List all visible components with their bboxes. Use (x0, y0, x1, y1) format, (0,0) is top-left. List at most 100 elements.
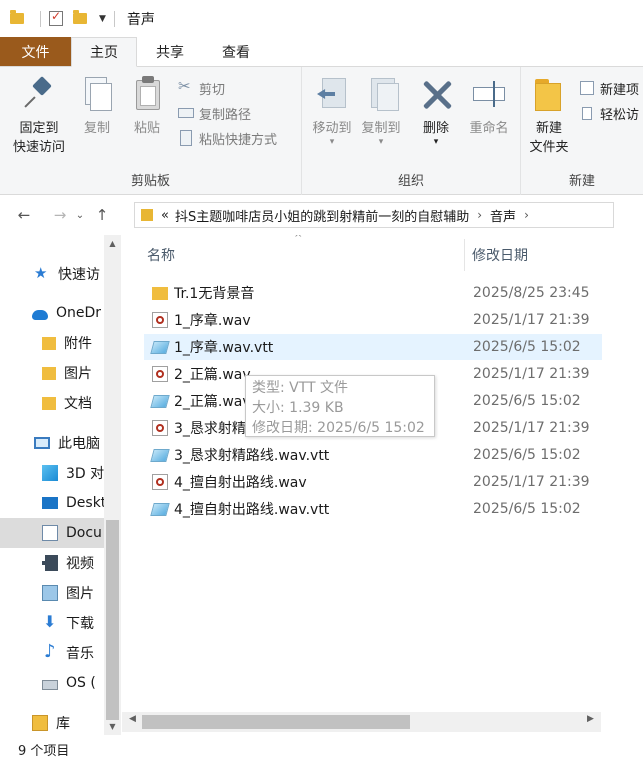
ribbon: 固定到 快速访问 复制 粘贴 剪切 复制路径 粘贴快捷方式 剪贴板 移动到 (0, 67, 643, 195)
customize-toolbar-icon[interactable]: ▼ (99, 14, 106, 24)
file-name: Tr.1无背景音 (174, 286, 255, 302)
breadcrumb-segment[interactable]: 抖S主题咖啡店员小姐的跳到射精前一刻的自慰辅助 (175, 206, 469, 225)
scroll-left-icon[interactable]: ◀ (124, 714, 141, 724)
pin-to-quick-access-button[interactable]: 固定到 快速访问 (8, 75, 70, 157)
nav-item-videos[interactable]: 视频 (0, 548, 104, 578)
nav-item-label: OneDr (56, 305, 102, 321)
nav-item-label: 视频 (66, 556, 94, 572)
move-to-button[interactable]: 移动到 ▾ (305, 75, 359, 147)
copy-to-label: 复制到 (361, 121, 401, 136)
audio-file-icon (152, 420, 168, 436)
rename-button[interactable]: 重命名 (462, 75, 516, 138)
nav-item-downloads[interactable]: 下载 (0, 608, 104, 638)
window-title: 音声 (126, 11, 155, 28)
file-date: 2025/1/17 21:39 (473, 312, 590, 328)
documents-icon (42, 525, 58, 541)
folder-icon (42, 366, 56, 380)
horizontal-scrollbar-thumb[interactable] (142, 715, 410, 729)
paste-shortcut-button[interactable]: 粘贴快捷方式 (178, 127, 277, 149)
easy-access-button[interactable]: 轻松访 (579, 102, 639, 124)
nav-item-3d-objects[interactable]: 3D 对 (0, 458, 104, 488)
nav-item-label: 下载 (66, 616, 94, 632)
file-row[interactable]: Tr.1无背景音 2025/8/25 23:45 (144, 280, 602, 306)
recent-locations-chevron-icon[interactable]: ⌄ (72, 210, 88, 221)
nav-item-label: 音乐 (66, 646, 94, 662)
scroll-right-icon[interactable]: ▶ (582, 714, 599, 724)
up-arrow-icon[interactable]: ↑ (90, 206, 114, 224)
file-row[interactable]: 1_序章.wav 2025/1/17 21:39 (144, 307, 602, 333)
file-row[interactable]: 4_擅自射出路线.wav 2025/1/17 21:39 (144, 469, 602, 495)
new-folder-button[interactable]: 新建 文件夹 (525, 75, 573, 157)
file-name: 4_擅自射出路线.wav (174, 475, 307, 491)
nav-item-pictures-pc[interactable]: 图片 (0, 578, 104, 608)
breadcrumb-segment[interactable]: 音声 (490, 206, 516, 225)
download-icon (42, 612, 58, 631)
organize-group: 移动到 ▾ 复制到 ▾ 删除 ▾ 重命名 组织 (302, 67, 521, 195)
new-group: 新建 文件夹 新建项 轻松访 新建 (521, 67, 643, 195)
copy-to-button[interactable]: 复制到 ▾ (354, 75, 408, 147)
nav-item-onedrive[interactable]: OneDr (0, 298, 104, 328)
nav-item-documents[interactable]: 文档 (0, 388, 104, 418)
breadcrumb-chevron-icon[interactable]: › (477, 208, 482, 222)
nav-item-this-pc[interactable]: 此电脑 (0, 428, 104, 458)
back-arrow-icon[interactable]: ← (12, 206, 36, 224)
file-name: 3_恳求射精路线.wav.vtt (174, 448, 330, 464)
cube-icon (42, 465, 58, 481)
column-divider[interactable] (464, 239, 465, 271)
nav-item-desktop[interactable]: Deskt (0, 488, 104, 518)
nav-item-quick-access[interactable]: 快速访 (0, 259, 104, 289)
address-bar[interactable]: « 抖S主题咖啡店员小姐的跳到射精前一刻的自慰辅助 › 音声 › (134, 202, 614, 228)
audio-file-icon (152, 474, 168, 490)
nav-item-libraries[interactable]: 库 (0, 708, 104, 735)
new-item-label: 新建项 (600, 82, 640, 98)
nav-item-attachments[interactable]: 附件 (0, 328, 104, 358)
nav-scrollbar-thumb[interactable] (106, 520, 119, 720)
file-date: 2025/6/5 15:02 (473, 393, 581, 409)
nav-item-os-drive[interactable]: OS ( (0, 668, 104, 698)
nav-item-label: 文档 (64, 396, 92, 412)
new-item-button[interactable]: 新建项 (579, 77, 639, 99)
scroll-up-icon[interactable]: ▲ (104, 239, 121, 248)
drive-icon (42, 679, 58, 690)
nav-item-music[interactable]: 音乐 (0, 638, 104, 668)
scroll-down-icon[interactable]: ▼ (104, 722, 121, 731)
folder-icon (10, 10, 24, 24)
column-header-date[interactable]: 修改日期 (472, 235, 528, 275)
clipboard-icon (129, 75, 165, 113)
file-date: 2025/1/17 21:39 (473, 366, 590, 382)
nav-item-documents-pc[interactable]: Docu (0, 518, 104, 548)
paste-button[interactable]: 粘贴 (126, 75, 168, 138)
easy-access-icon (579, 105, 595, 121)
file-name: 4_擅自射出路线.wav.vtt (174, 502, 330, 518)
properties-icon[interactable] (49, 9, 63, 26)
overflow-chevron-icon[interactable]: « (161, 208, 169, 223)
file-list: ^ 名称 修改日期 Tr.1无背景音 2025/8/25 23:45 1_序章.… (122, 235, 643, 735)
nav-scrollbar[interactable]: ▲ ▼ (104, 235, 121, 735)
file-date: 2025/8/25 23:45 (473, 285, 590, 301)
file-row[interactable]: 3_恳求射精路线.wav.vtt 2025/6/5 15:02 (144, 442, 602, 468)
copy-button[interactable]: 复制 (76, 75, 118, 138)
forward-arrow-icon[interactable]: → (48, 206, 72, 224)
delete-label: 删除 (422, 121, 449, 136)
audio-file-icon (152, 366, 168, 382)
tab-share[interactable]: 共享 (137, 37, 203, 66)
tab-home[interactable]: 主页 (71, 37, 137, 67)
cut-button[interactable]: 剪切 (178, 77, 225, 99)
new-folder-icon[interactable] (73, 10, 87, 24)
nav-item-pictures[interactable]: 图片 (0, 358, 104, 388)
file-row[interactable]: 4_擅自射出路线.wav.vtt 2025/6/5 15:02 (144, 496, 602, 522)
column-header-name[interactable]: 名称 (147, 235, 175, 275)
delete-button[interactable]: 删除 ▾ (416, 75, 456, 147)
horizontal-scrollbar[interactable]: ◀ ▶ (122, 712, 601, 732)
tab-view[interactable]: 查看 (203, 37, 269, 66)
new-item-icon (579, 80, 595, 96)
title-bar: ▼ 音声 (0, 0, 643, 37)
status-bar: 9 个项目 (0, 736, 643, 763)
file-name: 1_序章.wav.vtt (174, 340, 274, 356)
breadcrumb-chevron-icon[interactable]: › (524, 208, 529, 222)
video-icon (42, 555, 58, 571)
copy-path-button[interactable]: 复制路径 (178, 102, 251, 124)
tab-file[interactable]: 文件 (0, 37, 71, 66)
file-row[interactable]: 1_序章.wav.vtt 2025/6/5 15:02 (144, 334, 602, 360)
nav-item-label: 图片 (64, 366, 92, 382)
